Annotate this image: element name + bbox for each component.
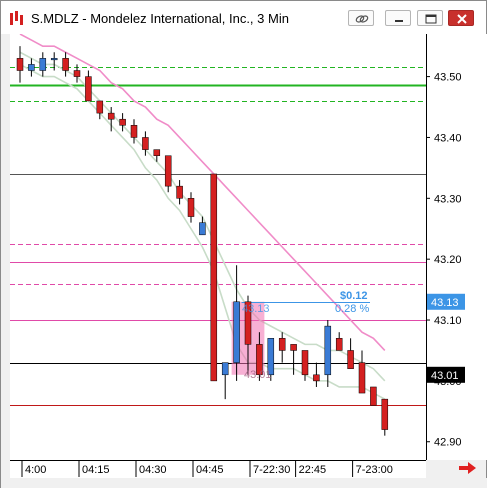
candle-body [130, 125, 138, 138]
candle-body [381, 398, 389, 430]
candle-body [142, 137, 149, 150]
candle-body [16, 58, 24, 71]
candle-body [176, 185, 183, 199]
scroll-to-latest-arrow-icon[interactable] [457, 459, 479, 477]
minimize-icon [395, 20, 403, 22]
measure-end-label: 43.01 [244, 369, 272, 381]
candle-body [96, 100, 104, 114]
price-tick-label: 42.90 [434, 437, 462, 449]
candle-body [335, 338, 343, 351]
candle-body [347, 350, 354, 369]
candle-body [233, 301, 240, 363]
candle-body [39, 58, 47, 71]
time-axis-labels: 4:00 04:15 04:30 04:45 7-22:30 22:45 7-23:00 [10, 460, 426, 477]
candle-body [187, 198, 195, 217]
time-tick-label: 22:45 [299, 464, 327, 476]
time-tick-label: 04:45 [196, 464, 224, 476]
candle-body [210, 173, 218, 382]
chart-window: S.MDLZ - Mondelez International, Inc., 3… [0, 0, 487, 488]
link-button[interactable] [348, 10, 374, 26]
candle-body [370, 386, 377, 406]
minimize-button[interactable] [385, 10, 411, 26]
app-chart-icon [10, 11, 23, 25]
price-tick-label: 43.10 [434, 315, 462, 327]
last-price-flag-blue: 43.13 [431, 297, 459, 309]
measure-percent-label: 0.28 % [335, 303, 369, 315]
link-icon [355, 15, 369, 23]
candle-body [199, 222, 206, 236]
candle-body [85, 76, 92, 102]
candle-body [164, 155, 172, 187]
candle-body [50, 58, 58, 61]
candle-body [290, 344, 297, 351]
candle-body [324, 325, 332, 376]
price-tick-label: 43.30 [434, 193, 462, 205]
candle-body [301, 350, 309, 376]
close-icon [457, 14, 467, 24]
maximize-button[interactable] [417, 10, 443, 26]
window-title: S.MDLZ - Mondelez International, Inc., 3… [31, 11, 289, 26]
candle-body [28, 64, 35, 71]
price-tick-label: 43.50 [434, 72, 462, 84]
time-axis[interactable]: 4:00 04:15 04:30 04:45 7-22:30 22:45 7-23:00 [10, 460, 426, 478]
time-tick-label: 04:30 [139, 464, 167, 476]
candle-body [313, 374, 320, 382]
last-price-flag-dark: 43.01 [431, 370, 459, 382]
price-tick-label: 43.20 [434, 254, 462, 266]
price-axis-panel [426, 34, 487, 460]
time-tick-label: 7-22:30 [253, 464, 290, 476]
candle-body [358, 362, 366, 394]
measure-start-label: 43.13 [242, 303, 270, 315]
measure-change-label: $0.12 [340, 290, 368, 302]
close-button[interactable] [448, 10, 474, 26]
candle-body [153, 149, 161, 156]
candle-body [221, 362, 229, 376]
candle-body [62, 58, 69, 71]
time-tick-label: 7-23:00 [356, 464, 393, 476]
candle-body [119, 118, 126, 126]
title-bar[interactable]: S.MDLZ - Mondelez International, Inc., 3… [1, 1, 486, 34]
chart-area[interactable]: $0.12 0.28 % 43.13 43.01 43.50 43.40 43.30 43.2… [10, 33, 487, 460]
time-tick-label: 04:15 [82, 464, 110, 476]
price-tick-label: 43.40 [434, 132, 462, 144]
time-tick-label: 4:00 [25, 464, 46, 476]
price-chart[interactable]: $0.120.28 % 43.13 43.01 43.50 43.40 43.30 43.2… [10, 33, 487, 460]
maximize-icon [425, 14, 437, 24]
status-strip [1, 478, 487, 488]
candle-body [107, 112, 115, 120]
candle-body [73, 70, 81, 77]
candle-body [278, 338, 286, 351]
